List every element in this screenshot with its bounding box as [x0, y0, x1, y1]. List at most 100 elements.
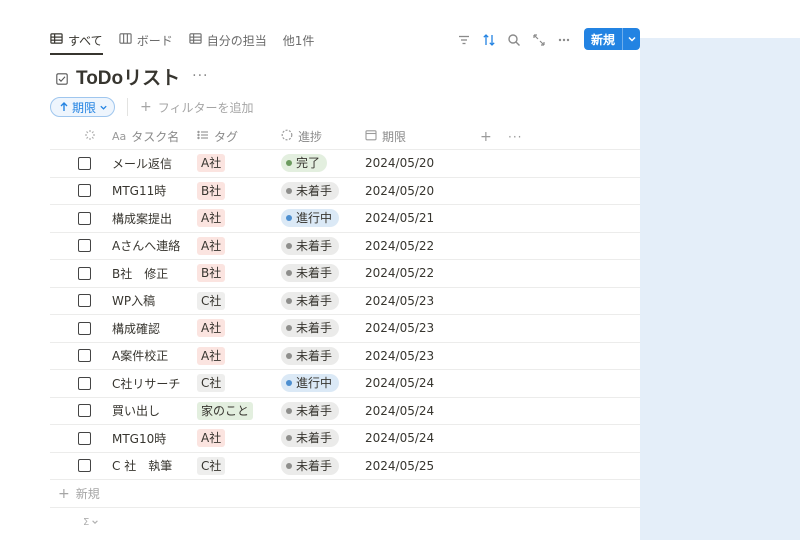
tab-board[interactable]: ボード [119, 28, 173, 52]
row-checkbox[interactable] [78, 211, 91, 225]
table-row[interactable]: 構成案提出 A社 進行中 2024/05/21 [50, 205, 640, 233]
status-label: 未着手 [296, 403, 333, 418]
status-cell[interactable]: 未着手 [281, 429, 365, 448]
sort-pill[interactable]: 期限 [50, 97, 116, 117]
column-header-due[interactable]: 期限 [365, 128, 480, 145]
table-row[interactable]: MTG10時 A社 未着手 2024/05/24 [50, 425, 640, 453]
column-header-tag[interactable]: タグ [197, 128, 281, 145]
tag-cell[interactable]: A社 [197, 236, 281, 255]
table-row[interactable]: MTG11時 B社 未着手 2024/05/20 [50, 178, 640, 205]
table-row[interactable]: A案件校正 A社 未着手 2024/05/23 [50, 343, 640, 370]
tab-more-views[interactable]: 他1件 [283, 28, 315, 52]
table-row[interactable]: B社 修正 B社 未着手 2024/05/22 [50, 260, 640, 288]
row-checkbox[interactable] [78, 156, 91, 170]
row-checkbox[interactable] [78, 376, 91, 390]
task-name[interactable]: B社 修正 [112, 265, 197, 282]
title-more-icon[interactable]: ··· [192, 68, 208, 84]
tag-cell[interactable]: C社 [197, 291, 281, 310]
column-header-task[interactable]: Aa タスク名 [112, 128, 197, 145]
chevron-down-icon[interactable] [623, 34, 640, 44]
tag-cell[interactable]: C社 [197, 374, 281, 393]
row-checkbox[interactable] [78, 184, 91, 198]
status-cell[interactable]: 未着手 [281, 181, 365, 200]
column-header-status[interactable]: 進捗 [281, 128, 365, 145]
task-name[interactable]: 構成確認 [112, 320, 197, 337]
due-date[interactable]: 2024/05/23 [365, 321, 480, 335]
due-date[interactable]: 2024/05/24 [365, 404, 480, 418]
due-date[interactable]: 2024/05/20 [365, 156, 480, 170]
tag-cell[interactable]: A社 [197, 319, 281, 338]
row-checkbox-cell [50, 211, 112, 225]
row-checkbox[interactable] [78, 321, 91, 335]
table-row[interactable]: C社リサーチ C社 進行中 2024/05/24 [50, 370, 640, 398]
due-date[interactable]: 2024/05/20 [365, 184, 480, 198]
table-row[interactable]: WP入稿 C社 未着手 2024/05/23 [50, 288, 640, 315]
tag-cell[interactable]: B社 [197, 181, 281, 200]
table-row[interactable]: C 社 執筆 C社 未着手 2024/05/25 [50, 453, 640, 480]
status-dot-icon [286, 380, 292, 387]
more-icon[interactable] [556, 33, 571, 48]
row-checkbox[interactable] [78, 239, 91, 253]
row-checkbox-cell [50, 184, 112, 198]
row-checkbox[interactable] [78, 459, 91, 473]
status-cell[interactable]: 進行中 [281, 374, 365, 393]
tag-cell[interactable]: C社 [197, 456, 281, 475]
row-checkbox[interactable] [78, 294, 91, 308]
task-name[interactable]: 構成案提出 [112, 210, 197, 227]
search-icon[interactable] [506, 33, 521, 48]
due-date[interactable]: 2024/05/24 [365, 431, 480, 445]
task-name[interactable]: 買い出し [112, 402, 197, 419]
task-name[interactable]: C社リサーチ [112, 375, 197, 392]
sort-icon[interactable] [481, 33, 496, 48]
status-cell[interactable]: 未着手 [281, 346, 365, 365]
tab-all[interactable]: すべて [50, 28, 103, 55]
due-date[interactable]: 2024/05/22 [365, 266, 480, 280]
task-name[interactable]: MTG10時 [112, 430, 197, 447]
due-date[interactable]: 2024/05/25 [365, 459, 480, 473]
table-row[interactable]: Aさんへ連絡 A社 未着手 2024/05/22 [50, 233, 640, 260]
page-title[interactable]: ToDoリスト [76, 63, 180, 90]
tag-cell[interactable]: A社 [197, 209, 281, 228]
row-checkbox[interactable] [78, 404, 91, 418]
task-name[interactable]: WP入稿 [112, 292, 197, 309]
column-more-button[interactable]: ··· [508, 130, 522, 144]
tag-cell[interactable]: B社 [197, 264, 281, 283]
due-date[interactable]: 2024/05/23 [365, 294, 480, 308]
status-cell[interactable]: 未着手 [281, 401, 365, 420]
table-row[interactable]: 構成確認 A社 未着手 2024/05/23 [50, 315, 640, 343]
filter-icon[interactable] [456, 33, 471, 48]
task-name[interactable]: MTG11時 [112, 182, 197, 199]
due-date[interactable]: 2024/05/21 [365, 211, 480, 225]
task-name[interactable]: Aさんへ連絡 [112, 237, 197, 254]
status-cell[interactable]: 未着手 [281, 456, 365, 475]
status-cell[interactable]: 進行中 [281, 209, 365, 228]
add-filter-button[interactable]: + フィルターを追加 [140, 99, 254, 116]
tag-cell[interactable]: 家のこと [197, 401, 281, 420]
due-date[interactable]: 2024/05/23 [365, 349, 480, 363]
status-cell[interactable]: 完了 [281, 154, 365, 173]
tag-cell[interactable]: A社 [197, 429, 281, 448]
new-button[interactable]: 新規 [584, 28, 640, 50]
due-date[interactable]: 2024/05/22 [365, 239, 480, 253]
status-cell[interactable]: 未着手 [281, 264, 365, 283]
due-date[interactable]: 2024/05/24 [365, 376, 480, 390]
status-cell[interactable]: 未着手 [281, 291, 365, 310]
row-checkbox[interactable] [78, 266, 91, 280]
task-name[interactable]: A案件校正 [112, 347, 197, 364]
row-checkbox[interactable] [78, 349, 91, 363]
table-row[interactable]: 買い出し 家のこと 未着手 2024/05/24 [50, 398, 640, 425]
status-cell[interactable]: 未着手 [281, 319, 365, 338]
table-row[interactable]: メール返信 A社 完了 2024/05/20 [50, 150, 640, 178]
task-name[interactable]: メール返信 [112, 155, 197, 172]
expand-icon[interactable] [531, 33, 546, 48]
column-header-label: 進捗 [298, 130, 323, 144]
row-checkbox[interactable] [78, 431, 91, 445]
calculate-row[interactable]: Σ [50, 508, 640, 536]
task-name[interactable]: C 社 執筆 [112, 457, 197, 474]
status-cell[interactable]: 未着手 [281, 236, 365, 255]
add-row-button[interactable]: + 新規 [50, 480, 640, 508]
tag-cell[interactable]: A社 [197, 154, 281, 173]
add-column-button[interactable]: + [480, 129, 508, 145]
tab-my-tasks[interactable]: 自分の担当 [189, 28, 267, 52]
tag-cell[interactable]: A社 [197, 346, 281, 365]
